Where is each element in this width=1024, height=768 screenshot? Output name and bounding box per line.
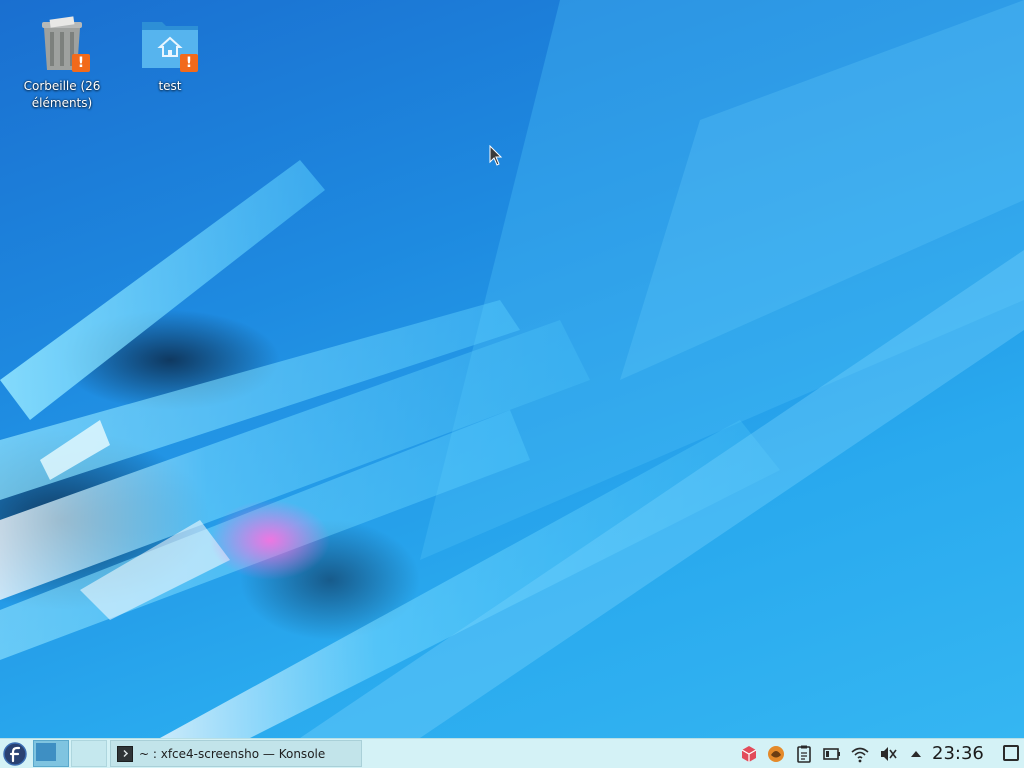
workspace-2[interactable] xyxy=(71,740,107,767)
taskbar-window-label: ~ : xfce4-screensho — Konsole xyxy=(139,746,326,761)
desktop-icon-trash[interactable]: ! Corbeille (26 éléments) xyxy=(12,12,112,112)
updates-icon[interactable] xyxy=(766,744,786,764)
workspace-window-preview xyxy=(36,743,56,761)
show-desktop-button[interactable] xyxy=(1003,745,1019,761)
home-folder-icon: ! xyxy=(138,12,202,76)
desktop-area[interactable]: ! Corbeille (26 éléments) ! test xyxy=(0,0,1024,738)
chevron-up-icon[interactable] xyxy=(906,744,926,764)
trash-icon: ! xyxy=(30,12,94,76)
desktop-icon-label: Corbeille (26 éléments) xyxy=(23,79,101,110)
mouse-cursor-icon xyxy=(489,145,503,166)
wallpaper xyxy=(0,0,1024,738)
workspace-1[interactable] xyxy=(33,740,69,767)
taskbar-panel: ~ : xfce4-screensho — Konsole 23:36 xyxy=(0,738,1024,768)
clock[interactable]: 23:36 xyxy=(932,742,984,766)
taskbar-window-button[interactable]: ~ : xfce4-screensho — Konsole xyxy=(110,740,362,767)
battery-icon[interactable] xyxy=(822,744,842,764)
warning-badge: ! xyxy=(72,54,90,72)
desktop-icon-label: test xyxy=(158,79,182,93)
wifi-icon[interactable] xyxy=(850,744,870,764)
volume-muted-icon[interactable] xyxy=(878,744,898,764)
package-icon[interactable] xyxy=(739,744,759,764)
desktop-icon-test[interactable]: ! test xyxy=(120,12,220,95)
fedora-logo-icon[interactable] xyxy=(3,742,27,766)
warning-badge: ! xyxy=(180,54,198,72)
clipboard-icon[interactable] xyxy=(794,744,814,764)
terminal-icon xyxy=(117,745,133,762)
